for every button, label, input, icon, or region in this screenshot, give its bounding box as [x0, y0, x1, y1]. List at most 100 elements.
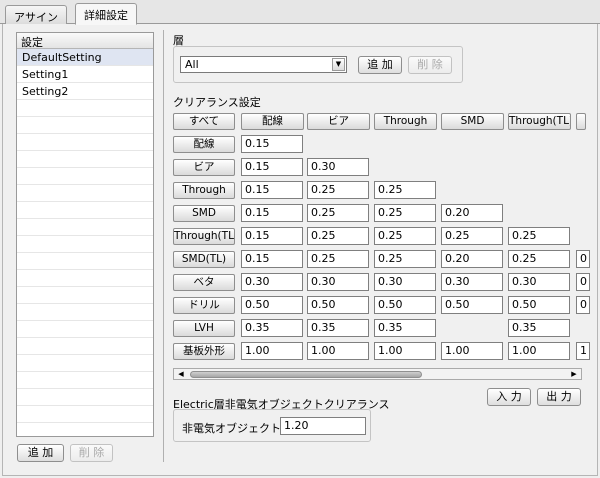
list-empty-row — [17, 304, 153, 321]
clearance-cell[interactable]: 0 — [576, 250, 590, 268]
clearance-cell[interactable]: 0.25 — [374, 204, 436, 222]
clearance-cell[interactable]: 0.35 — [508, 319, 570, 337]
add-setting-button[interactable]: 追 加 — [17, 444, 64, 462]
row-header[interactable]: SMD(TL) — [173, 251, 235, 268]
clearance-cell[interactable]: 0 — [576, 296, 590, 314]
column-header[interactable]: 配線 — [241, 113, 304, 130]
column-header[interactable]: Through — [374, 113, 437, 130]
list-empty-row — [17, 100, 153, 117]
clearance-cell[interactable]: 0.50 — [441, 296, 503, 314]
row-header[interactable]: 基板外形 — [173, 343, 235, 360]
clearance-cell[interactable]: 0.25 — [307, 181, 369, 199]
scroll-left-icon[interactable]: ◀ — [175, 369, 187, 379]
clearance-cell[interactable]: 0.50 — [374, 296, 436, 314]
scroll-right-icon[interactable]: ▶ — [568, 369, 580, 379]
clearance-cell[interactable]: 1.00 — [441, 342, 503, 360]
settings-list-item[interactable]: DefaultSetting — [17, 49, 153, 66]
clearance-cell[interactable]: 0.50 — [508, 296, 570, 314]
tab-detail-settings-label: 詳細設定 — [84, 9, 128, 22]
delete-layer-button[interactable]: 削 除 — [408, 56, 452, 74]
clearance-cell[interactable]: 1.00 — [241, 342, 303, 360]
row-header[interactable]: ドリル — [173, 297, 235, 314]
non-electric-object-label: 非電気オブジェクト — [182, 422, 281, 435]
clearance-cell[interactable]: 0.30 — [241, 273, 303, 291]
clearance-cell[interactable]: 0.30 — [307, 273, 369, 291]
clearance-cell[interactable]: 0.30 — [508, 273, 570, 291]
clearance-cell[interactable]: 0.30 — [307, 158, 369, 176]
clearance-cell[interactable]: 0.25 — [374, 250, 436, 268]
layer-select-value: All — [185, 58, 199, 71]
delete-setting-button[interactable]: 削 除 — [70, 444, 113, 462]
clearance-cell[interactable]: 1 — [576, 342, 590, 360]
list-empty-row — [17, 219, 153, 236]
row-header[interactable]: ビア — [173, 159, 235, 176]
column-header[interactable] — [576, 113, 586, 130]
add-layer-button[interactable]: 追 加 — [358, 56, 402, 74]
clearance-cell[interactable]: 0.20 — [441, 250, 503, 268]
column-header[interactable]: SMD — [441, 113, 504, 130]
list-empty-row — [17, 287, 153, 304]
clearance-cell[interactable]: 0.15 — [241, 204, 303, 222]
tab-assign[interactable]: アサイン — [5, 5, 67, 24]
horizontal-scrollbar[interactable]: ◀ ▶ — [173, 368, 582, 380]
clearance-cell[interactable]: 0.20 — [441, 204, 503, 222]
clearance-cell[interactable]: 0.15 — [241, 250, 303, 268]
clearance-cell[interactable]: 0.35 — [307, 319, 369, 337]
clearance-cell[interactable]: 0.35 — [241, 319, 303, 337]
row-header[interactable]: Through(TL) — [173, 228, 235, 245]
clearance-cell[interactable]: 0.30 — [374, 273, 436, 291]
clearance-cell[interactable]: 0.15 — [241, 181, 303, 199]
output-button[interactable]: 出 力 — [537, 388, 581, 406]
tab-detail-settings[interactable]: 詳細設定 — [75, 3, 137, 25]
list-empty-row — [17, 151, 153, 168]
select-all-button[interactable]: すべて — [173, 113, 235, 130]
list-empty-row — [17, 270, 153, 287]
column-header[interactable]: ビア — [307, 113, 370, 130]
clearance-cell[interactable]: 0.25 — [441, 227, 503, 245]
list-empty-row — [17, 423, 153, 436]
row-header[interactable]: Through — [173, 182, 235, 199]
clearance-cell[interactable]: 1.00 — [374, 342, 436, 360]
settings-list[interactable]: 設定 DefaultSetting Setting1 Setting2 — [16, 32, 154, 437]
non-electric-clearance-input[interactable]: 1.20 — [280, 417, 366, 435]
clearance-cell[interactable]: 0.25 — [374, 227, 436, 245]
clearance-cell[interactable]: 0.15 — [241, 158, 303, 176]
scrollbar-thumb[interactable] — [190, 371, 422, 378]
clearance-cell[interactable]: 0.15 — [241, 227, 303, 245]
row-header[interactable]: SMD — [173, 205, 235, 222]
clearance-cell[interactable]: 1.00 — [508, 342, 570, 360]
clearance-cell[interactable]: 0.25 — [508, 250, 570, 268]
clearance-cell[interactable]: 0.25 — [307, 227, 369, 245]
layer-select[interactable]: All ▼ — [180, 56, 347, 73]
clearance-cell[interactable]: 0.30 — [441, 273, 503, 291]
chevron-down-icon[interactable]: ▼ — [332, 58, 345, 71]
list-empty-row — [17, 236, 153, 253]
panel-divider — [163, 30, 164, 462]
clearance-cell[interactable]: 0.50 — [307, 296, 369, 314]
clearance-cell[interactable]: 0.35 — [374, 319, 436, 337]
clearance-cell[interactable]: 0.25 — [307, 204, 369, 222]
input-button[interactable]: 入 力 — [487, 388, 531, 406]
list-empty-row — [17, 117, 153, 134]
column-header[interactable]: Through(TL) — [508, 113, 571, 130]
row-header[interactable]: 配線 — [173, 136, 235, 153]
clearance-cell[interactable]: 0.50 — [241, 296, 303, 314]
list-empty-row — [17, 134, 153, 151]
settings-list-item[interactable]: Setting1 — [17, 66, 153, 83]
list-empty-row — [17, 253, 153, 270]
clearance-cell[interactable]: 0 — [576, 273, 590, 291]
list-empty-row — [17, 389, 153, 406]
settings-list-header: 設定 — [17, 33, 153, 49]
clearance-cell[interactable]: 0.25 — [508, 227, 570, 245]
settings-list-item[interactable]: Setting2 — [17, 83, 153, 100]
clearance-cell[interactable]: 0.25 — [374, 181, 436, 199]
list-empty-row — [17, 202, 153, 219]
list-empty-row — [17, 168, 153, 185]
tab-assign-label: アサイン — [14, 11, 58, 24]
list-empty-row — [17, 372, 153, 389]
row-header[interactable]: ベタ — [173, 274, 235, 291]
row-header[interactable]: LVH — [173, 320, 235, 337]
clearance-cell[interactable]: 0.15 — [241, 135, 303, 153]
clearance-cell[interactable]: 1.00 — [307, 342, 369, 360]
clearance-cell[interactable]: 0.25 — [307, 250, 369, 268]
